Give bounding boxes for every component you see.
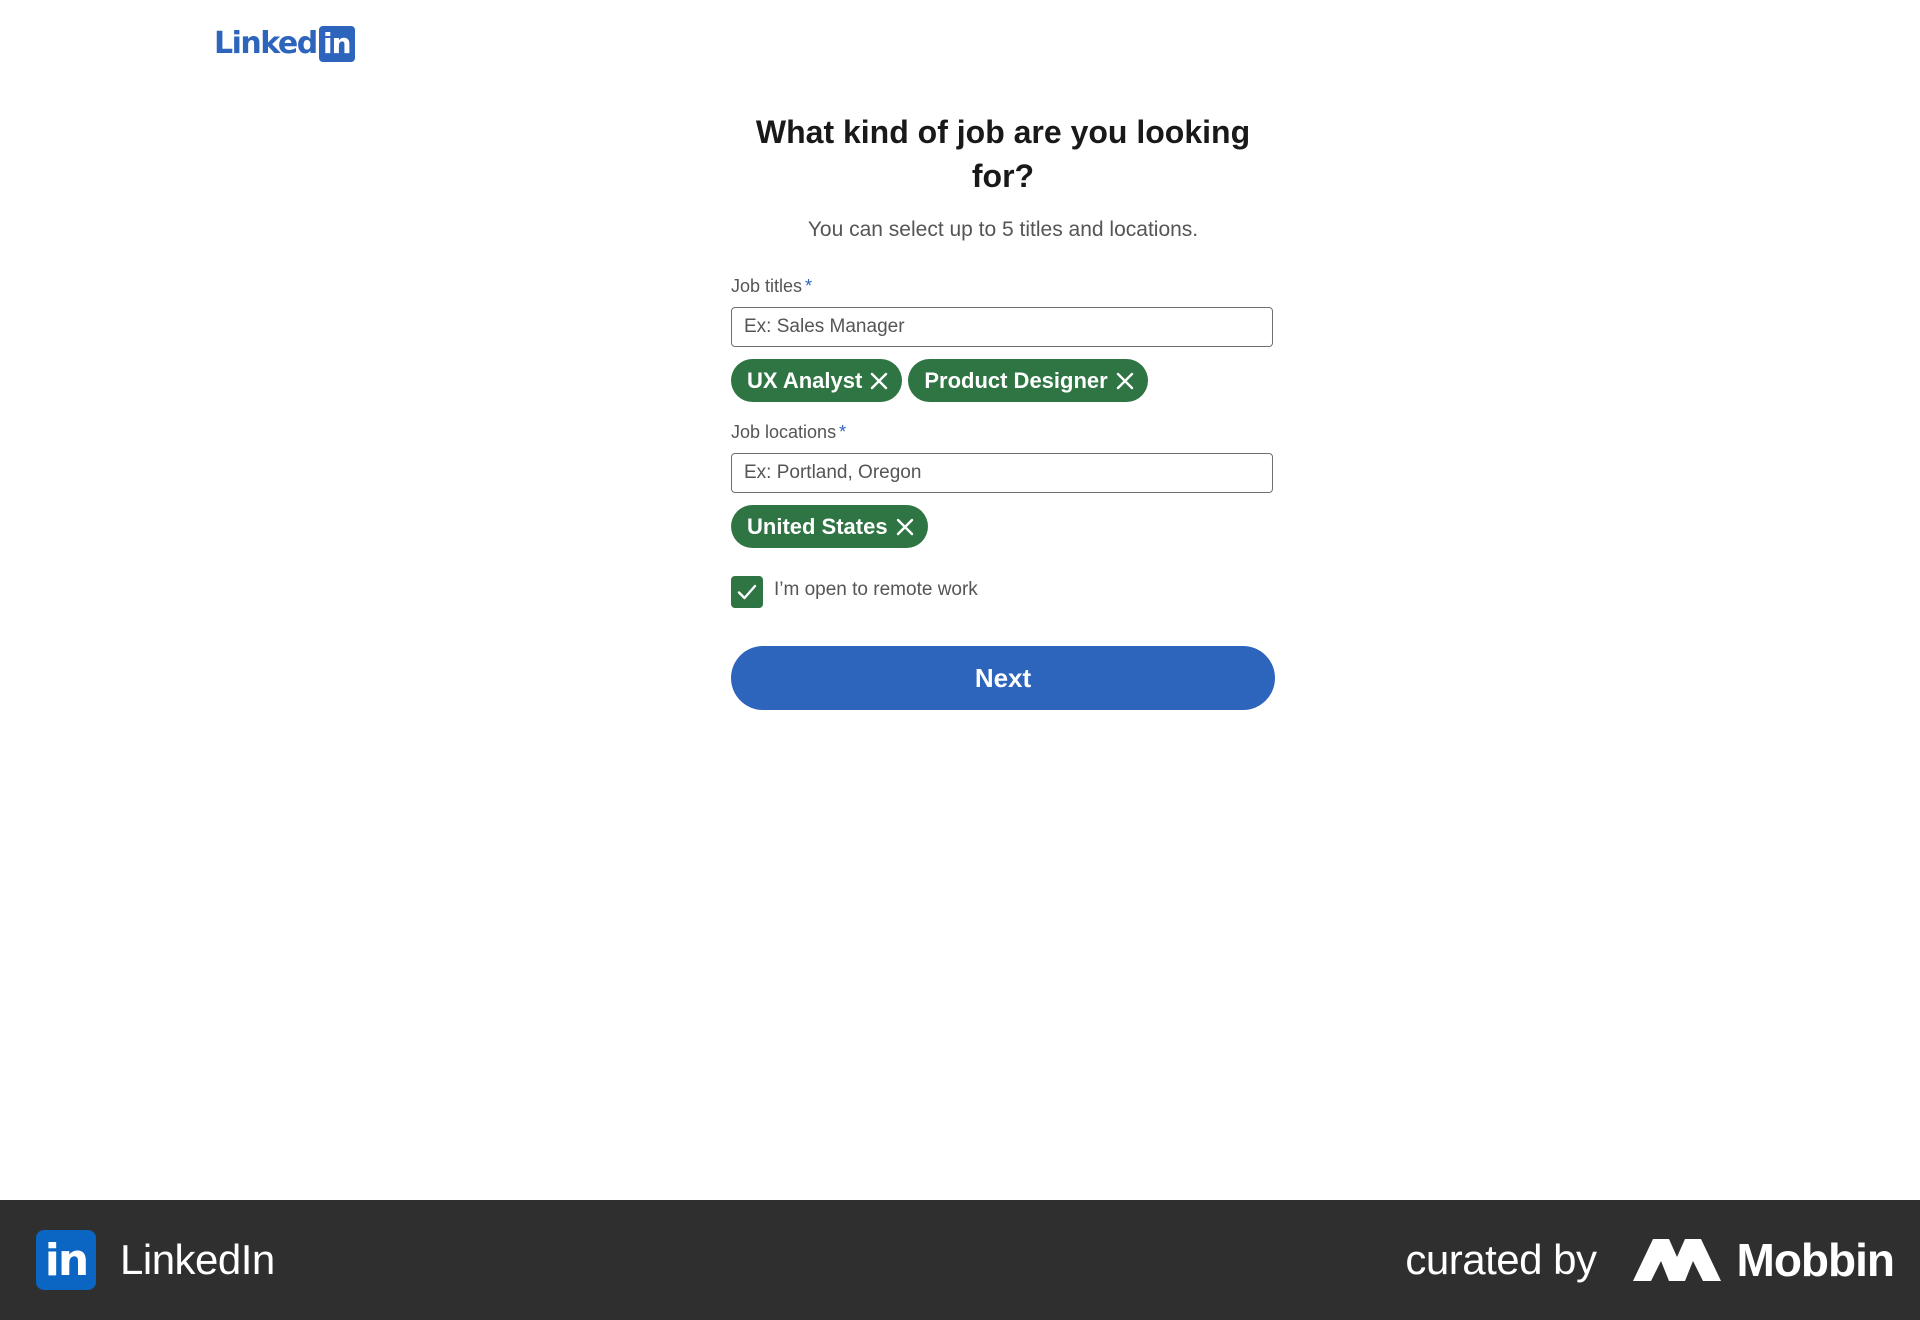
job-locations-label-text: Job locations: [731, 422, 837, 442]
job-titles-label: Job titles *: [731, 274, 1275, 298]
page-title: What kind of job are you looking for?: [755, 114, 1251, 194]
pill-label: UX Analyst: [747, 367, 863, 393]
mobbin-logo-icon: [1632, 1239, 1721, 1281]
required-asterisk: *: [805, 276, 813, 296]
job-locations-label: Job locations *: [731, 420, 1275, 444]
job-locations-input[interactable]: [731, 453, 1273, 493]
footer-app-brand: in LinkedIn: [36, 1230, 275, 1290]
pill-label: United States: [747, 513, 888, 539]
close-icon[interactable]: [870, 372, 888, 390]
logo-in-box: in: [318, 26, 355, 62]
logo-wordmark: Linked: [214, 26, 318, 61]
remote-work-checkbox[interactable]: [731, 576, 763, 608]
job-titles-selected: UX Analyst Product Designer: [731, 359, 1275, 402]
job-titles-input[interactable]: [731, 307, 1273, 347]
job-titles-label-text: Job titles: [731, 276, 803, 296]
page-subtitle: You can select up to 5 titles and locati…: [807, 218, 1199, 241]
footer-curator: curated by Mobbin: [1405, 1230, 1895, 1290]
footer-app-name: LinkedIn: [120, 1236, 275, 1283]
curated-by-text: curated by: [1405, 1236, 1597, 1283]
linkedin-logo[interactable]: Linked in: [214, 26, 355, 62]
pill-united-states[interactable]: United States: [731, 505, 928, 548]
next-button[interactable]: Next: [731, 646, 1275, 710]
checkmark-icon: [737, 584, 757, 600]
pill-label: Product Designer: [924, 367, 1108, 393]
linkedin-app-icon: in: [36, 1230, 96, 1290]
curator-name: Mobbin: [1736, 1234, 1895, 1286]
remote-work-option: I’m open to remote work: [731, 576, 1275, 608]
pill-ux-analyst[interactable]: UX Analyst: [731, 359, 903, 402]
job-preferences-form: What kind of job are you looking for? Yo…: [731, 110, 1275, 710]
close-icon[interactable]: [1116, 372, 1134, 390]
remote-work-label[interactable]: I’m open to remote work: [774, 579, 978, 601]
job-locations-selected: United States: [731, 505, 1275, 548]
required-asterisk: *: [839, 422, 847, 442]
footer-banner: in LinkedIn curated by Mobbin: [0, 1200, 1920, 1320]
pill-product-designer[interactable]: Product Designer: [908, 359, 1148, 402]
close-icon[interactable]: [896, 518, 914, 536]
